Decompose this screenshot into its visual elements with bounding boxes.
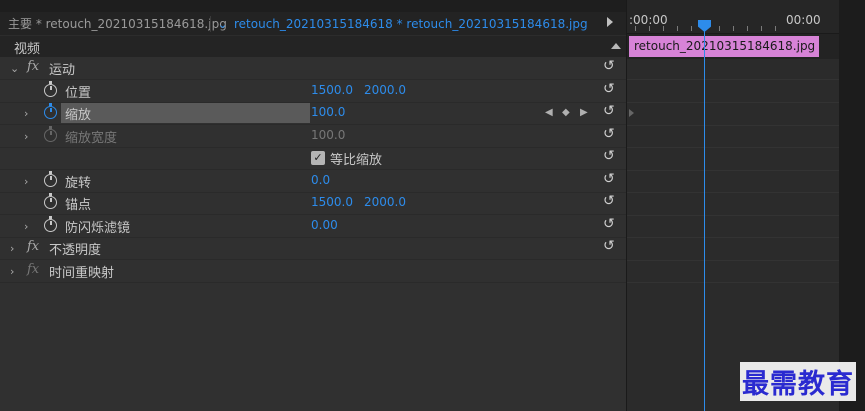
- anchor-x-value[interactable]: 1500.0: [311, 195, 353, 209]
- anti-flicker-value[interactable]: 0.00: [311, 218, 338, 232]
- position-x-value[interactable]: 1500.0: [311, 83, 353, 97]
- row-divider: [627, 192, 840, 193]
- collapse-up-icon[interactable]: [611, 43, 621, 49]
- uniform-scale-label: 等比缩放: [330, 153, 383, 168]
- effect-name-opacity: 不透明度: [49, 243, 102, 258]
- time-ruler[interactable]: :00:00 00:00: [627, 0, 840, 34]
- chevron-right-icon: [629, 109, 634, 117]
- row-divider: [627, 79, 840, 80]
- stopwatch-icon[interactable]: [44, 103, 57, 119]
- effect-name-motion: 运动: [49, 63, 76, 78]
- param-name-rotation: 旋转: [65, 176, 92, 191]
- chevron-right-icon[interactable]: ›: [10, 265, 14, 278]
- reset-icon[interactable]: ↺: [603, 171, 615, 187]
- play-only-icon[interactable]: [607, 17, 613, 27]
- prev-keyframe-icon[interactable]: ◀: [545, 107, 553, 118]
- effect-controls-panel: 主要 * retouch_20210315184618.jpg ⌄ retouch…: [0, 0, 626, 411]
- reset-icon[interactable]: ↺: [603, 81, 615, 97]
- param-name-anchor: 锚点: [65, 198, 92, 213]
- add-keyframe-icon[interactable]: ◆: [562, 107, 570, 118]
- ruler-tick: [747, 26, 748, 31]
- reset-icon[interactable]: ↺: [603, 103, 615, 119]
- video-section-header: 视频: [0, 36, 626, 57]
- effect-row-motion[interactable]: ⌄ fx 运动 ↺: [0, 57, 626, 80]
- scale-width-value: 100.0: [311, 128, 346, 142]
- stopwatch-icon[interactable]: [44, 81, 57, 97]
- stopwatch-icon[interactable]: [44, 171, 57, 187]
- fx-icon[interactable]: fx: [27, 59, 39, 74]
- chevron-right-icon[interactable]: ›: [24, 107, 28, 120]
- tab-master-clip[interactable]: 主要 * retouch_20210315184618.jpg: [8, 12, 227, 36]
- stopwatch-icon[interactable]: [44, 216, 57, 232]
- row-divider: [627, 282, 840, 283]
- fx-icon[interactable]: fx: [27, 239, 39, 254]
- stopwatch-icon[interactable]: [44, 193, 57, 209]
- param-name-position: 位置: [65, 86, 92, 101]
- param-row-uniform-scale[interactable]: ✓ 等比缩放 ↺: [0, 147, 626, 170]
- row-divider: [627, 102, 840, 103]
- ruler-tick: [691, 26, 692, 31]
- effect-timeline: :00:00 00:00 retouch_20210315184618.jpg: [626, 0, 840, 411]
- chevron-right-icon[interactable]: ›: [10, 242, 14, 255]
- tab-active-clip[interactable]: ⌄ retouch_20210315184618 * retouch_202103…: [218, 12, 588, 36]
- timeline-rows: [627, 59, 840, 411]
- ruler-start-timecode: :00:00: [629, 13, 668, 27]
- param-row-anchor[interactable]: 锚点 1500.0 2000.0 ↺: [0, 192, 626, 215]
- param-row-anti-flicker[interactable]: › 防闪烁滤镜 0.00 ↺: [0, 215, 626, 238]
- reset-icon[interactable]: ↺: [603, 193, 615, 209]
- right-panel-edge: [839, 0, 865, 411]
- row-divider: [627, 215, 840, 216]
- row-divider: [627, 170, 840, 171]
- row-divider: [627, 147, 840, 148]
- param-name-scale: 缩放: [65, 108, 92, 123]
- reset-icon[interactable]: ↺: [603, 148, 615, 164]
- ruler-end-timecode: 00:00: [786, 13, 821, 27]
- ruler-tick: [775, 26, 776, 31]
- chevron-right-icon[interactable]: ›: [24, 130, 28, 143]
- param-name-scale-width: 缩放宽度: [65, 131, 118, 146]
- watermark-logo: 最需教育: [740, 362, 856, 401]
- anchor-y-value[interactable]: 2000.0: [364, 195, 406, 209]
- chevron-down-icon: ⌄: [218, 18, 228, 31]
- tab-separator: [210, 16, 211, 32]
- reset-icon[interactable]: ↺: [603, 216, 615, 232]
- row-divider: [627, 125, 840, 126]
- effect-row-time-remap[interactable]: › fx 时间重映射: [0, 260, 626, 283]
- clip-bar[interactable]: retouch_20210315184618.jpg: [629, 36, 819, 57]
- ruler-tick: [761, 26, 762, 31]
- ruler-tick: [677, 26, 678, 31]
- param-row-scale-width[interactable]: › 缩放宽度 100.0 ↺: [0, 125, 626, 148]
- param-row-position[interactable]: 位置 1500.0 2000.0 ↺: [0, 80, 626, 103]
- chevron-right-icon[interactable]: ›: [24, 220, 28, 233]
- fx-icon[interactable]: fx: [27, 262, 39, 277]
- ruler-tick: [635, 26, 636, 31]
- playhead-line[interactable]: [704, 20, 705, 411]
- row-divider: [627, 237, 840, 238]
- panel-tab-bar: 主要 * retouch_20210315184618.jpg ⌄ retouch…: [0, 12, 626, 36]
- selected-row-highlight: [61, 103, 310, 123]
- ruler-tick: [663, 26, 664, 31]
- reset-icon[interactable]: ↺: [603, 126, 615, 142]
- rotation-value[interactable]: 0.0: [311, 173, 330, 187]
- chevron-right-icon[interactable]: ›: [24, 175, 28, 188]
- row-divider: [627, 260, 840, 261]
- chevron-down-icon[interactable]: ⌄: [10, 62, 19, 75]
- param-name-anti-flicker: 防闪烁滤镜: [65, 221, 131, 236]
- uniform-scale-checkbox[interactable]: ✓: [311, 151, 325, 165]
- video-section-label: 视频: [14, 42, 41, 57]
- tab-active-clip-label: retouch_20210315184618 * retouch_2021031…: [234, 17, 588, 31]
- param-row-rotation[interactable]: › 旋转 0.0 ↺: [0, 170, 626, 193]
- next-keyframe-icon[interactable]: ▶: [580, 107, 588, 118]
- ruler-tick: [733, 26, 734, 31]
- reset-icon[interactable]: ↺: [603, 58, 615, 74]
- effect-row-opacity[interactable]: › fx 不透明度 ↺: [0, 237, 626, 260]
- ruler-tick: [649, 26, 650, 31]
- stopwatch-icon: [44, 126, 57, 142]
- effect-name-time-remap: 时间重映射: [49, 266, 115, 281]
- position-y-value[interactable]: 2000.0: [364, 83, 406, 97]
- reset-icon[interactable]: ↺: [603, 238, 615, 254]
- ruler-tick: [719, 26, 720, 31]
- param-row-scale[interactable]: › 缩放 100.0 ◀ ◆ ▶ ↺: [0, 102, 626, 125]
- scale-value[interactable]: 100.0: [311, 105, 345, 119]
